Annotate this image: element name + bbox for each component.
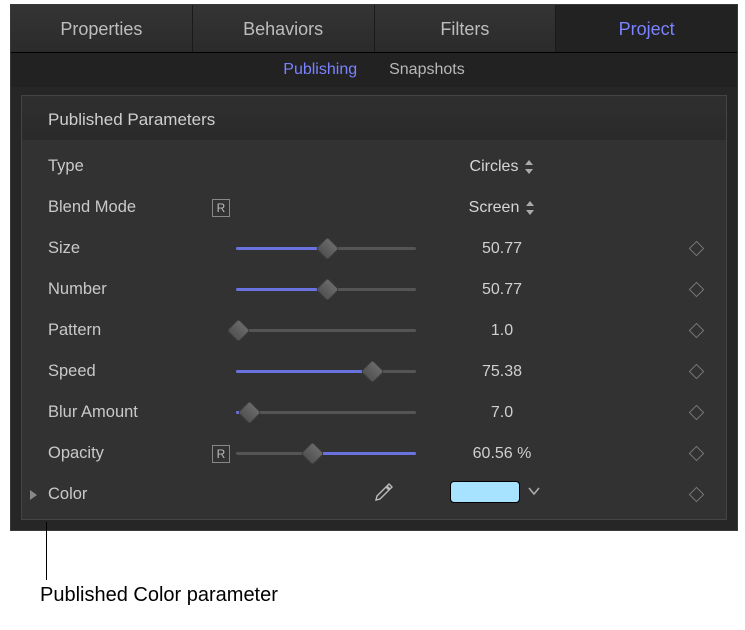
param-row-color: Color bbox=[22, 474, 726, 515]
slider-size[interactable] bbox=[236, 238, 416, 260]
keyframe-button[interactable] bbox=[682, 366, 710, 377]
subtab-snapshots[interactable]: Snapshots bbox=[389, 53, 465, 87]
slider-opacity[interactable] bbox=[236, 443, 416, 465]
param-label: Opacity bbox=[48, 444, 208, 463]
param-row-size: Size 50.77 bbox=[22, 228, 726, 269]
value-opacity[interactable]: 60.56 % bbox=[422, 445, 582, 463]
value-speed[interactable]: 75.38 bbox=[422, 363, 582, 381]
parameter-rows: Type Circles Blend Mode R bbox=[22, 140, 726, 519]
keyframe-icon bbox=[688, 282, 704, 298]
slider-number[interactable] bbox=[236, 279, 416, 301]
param-row-blend-mode: Blend Mode R Screen bbox=[22, 187, 726, 228]
subtab-publishing[interactable]: Publishing bbox=[283, 53, 357, 87]
param-label: Blend Mode bbox=[48, 198, 208, 217]
main-tab-bar: Properties Behaviors Filters Project bbox=[11, 5, 737, 53]
param-label: Size bbox=[48, 239, 208, 258]
tab-filters[interactable]: Filters bbox=[375, 5, 557, 52]
popup-caret-icon bbox=[524, 160, 534, 174]
param-row-pattern: Pattern 1.0 bbox=[22, 310, 726, 351]
keyframe-button[interactable] bbox=[682, 243, 710, 254]
param-row-opacity: Opacity R 60.56 % bbox=[22, 433, 726, 474]
keyframe-icon bbox=[688, 487, 704, 503]
section-title: Published Parameters bbox=[22, 96, 726, 140]
tab-properties[interactable]: Properties bbox=[11, 5, 193, 52]
value-blur[interactable]: 7.0 bbox=[422, 404, 582, 422]
keyframe-button[interactable] bbox=[682, 407, 710, 418]
popup-type-value: Circles bbox=[470, 158, 519, 176]
eyedropper-icon[interactable] bbox=[372, 482, 394, 508]
color-swatch bbox=[450, 481, 520, 503]
color-well[interactable] bbox=[422, 481, 582, 508]
disclosure-triangle[interactable] bbox=[22, 489, 44, 501]
callout-line bbox=[46, 522, 47, 580]
value-pattern[interactable]: 1.0 bbox=[422, 322, 582, 340]
keyframe-icon bbox=[688, 241, 704, 257]
param-label: Color bbox=[48, 485, 208, 504]
param-row-number: Number 50.77 bbox=[22, 269, 726, 310]
value-size[interactable]: 50.77 bbox=[422, 240, 582, 258]
rigged-badge: R bbox=[208, 199, 234, 217]
popup-blend[interactable]: Screen bbox=[422, 199, 582, 217]
value-number[interactable]: 50.77 bbox=[422, 281, 582, 299]
sub-tab-bar: Publishing Snapshots bbox=[11, 53, 737, 87]
param-row-type: Type Circles bbox=[22, 146, 726, 187]
slider-blur[interactable] bbox=[236, 402, 416, 424]
param-row-blur: Blur Amount 7.0 bbox=[22, 392, 726, 433]
published-parameters-section: Published Parameters Type Circles bbox=[21, 95, 727, 520]
param-label: Blur Amount bbox=[48, 403, 208, 422]
chevron-down-icon[interactable] bbox=[528, 483, 540, 501]
callout-label: Published Color parameter bbox=[40, 584, 278, 607]
keyframe-icon bbox=[688, 364, 704, 380]
keyframe-icon bbox=[688, 323, 704, 339]
param-row-speed: Speed 75.38 bbox=[22, 351, 726, 392]
slider-speed[interactable] bbox=[236, 361, 416, 383]
keyframe-button[interactable] bbox=[682, 489, 710, 500]
param-label: Type bbox=[48, 157, 208, 176]
rigged-badge: R bbox=[208, 445, 234, 463]
tab-behaviors[interactable]: Behaviors bbox=[193, 5, 375, 52]
popup-type[interactable]: Circles bbox=[422, 158, 582, 176]
r-icon: R bbox=[212, 445, 230, 463]
keyframe-icon bbox=[688, 405, 704, 421]
param-label: Speed bbox=[48, 362, 208, 381]
tab-project[interactable]: Project bbox=[556, 5, 737, 52]
popup-blend-value: Screen bbox=[469, 199, 520, 217]
slider-pattern[interactable] bbox=[236, 320, 416, 342]
param-label: Number bbox=[48, 280, 208, 299]
inspector-panel: Properties Behaviors Filters Project Pub… bbox=[10, 4, 738, 531]
keyframe-button[interactable] bbox=[682, 325, 710, 336]
param-label: Pattern bbox=[48, 321, 208, 340]
keyframe-button[interactable] bbox=[682, 284, 710, 295]
keyframe-button[interactable] bbox=[682, 448, 710, 459]
keyframe-icon bbox=[688, 446, 704, 462]
popup-caret-icon bbox=[525, 201, 535, 215]
r-icon: R bbox=[212, 199, 230, 217]
